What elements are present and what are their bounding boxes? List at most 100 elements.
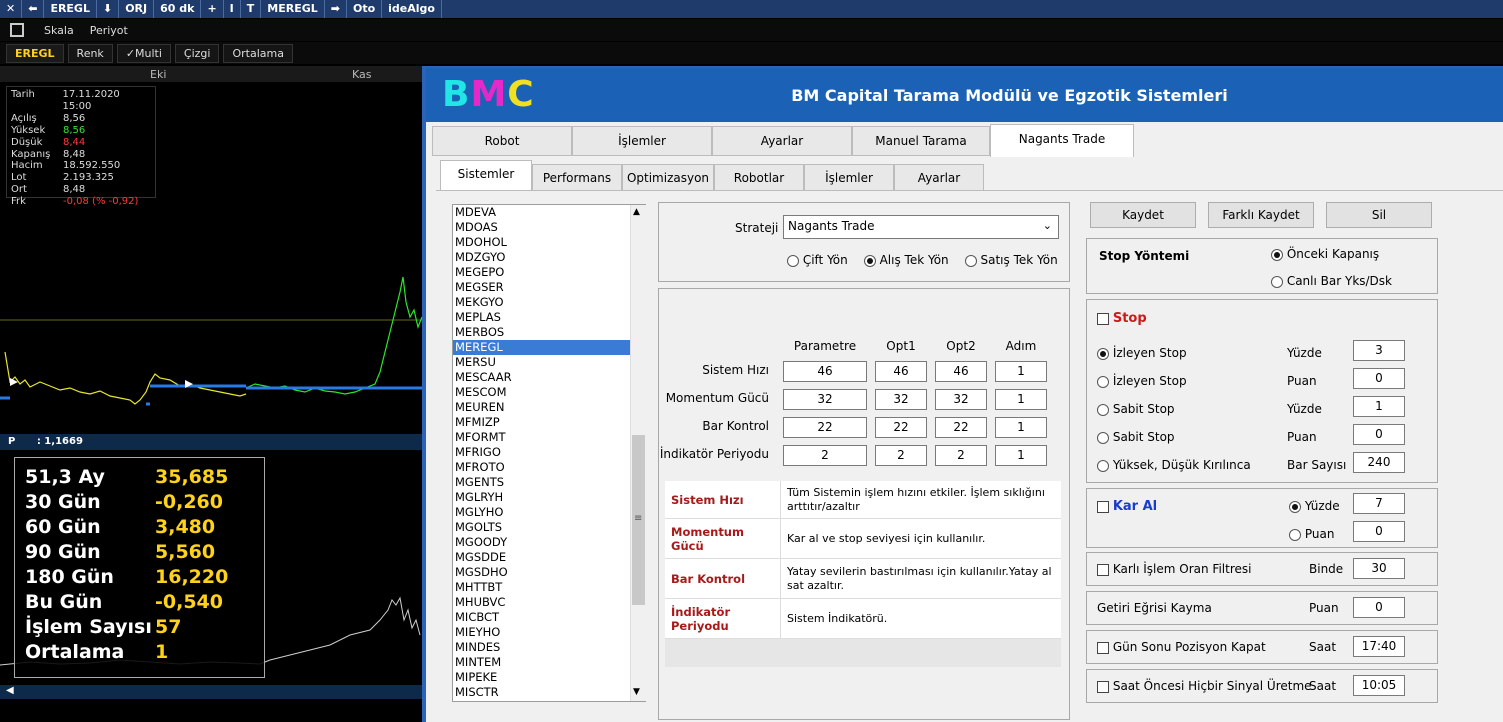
stop-option[interactable]: Sabit Stop [1097,430,1175,444]
menu-item[interactable]: Skala [44,24,74,37]
toolbar-item[interactable]: EREGL [44,0,97,18]
param-input[interactable]: 1 [995,445,1047,466]
symbol-tab[interactable]: EREGL [6,43,64,63]
stop-input[interactable]: 3 [1353,340,1405,361]
kar-al-input[interactable]: 7 [1353,493,1405,514]
param-input[interactable]: 46 [935,361,987,382]
list-item[interactable]: MESCOM [453,385,645,400]
stop-input[interactable]: 240 [1353,452,1405,473]
scroll-down-icon[interactable]: ▼ [633,687,640,697]
list-item[interactable]: MISDMR [453,700,645,701]
list-item[interactable]: MGSDDE [453,550,645,565]
kar-al-checkbox[interactable]: Kar Al [1097,499,1157,514]
list-item[interactable]: MDOHOL [453,235,645,250]
list-item[interactable]: MINDES [453,640,645,655]
param-input[interactable]: 32 [935,389,987,410]
list-item[interactable]: MEPLAS [453,310,645,325]
param-input[interactable]: 32 [783,389,867,410]
filter-option[interactable]: Saat Öncesi Hiçbir Sinyal Üretme [1097,679,1312,693]
main-tab[interactable]: Manuel Tarama [852,126,990,156]
menu-item[interactable]: Periyot [90,24,128,37]
param-input[interactable]: 22 [875,417,927,438]
toolbar-item[interactable]: Oto [347,0,383,18]
list-item[interactable]: MHTTBT [453,580,645,595]
sub-tab[interactable]: Optimizasyon [622,164,714,192]
toolbar-item[interactable]: 60 dk [154,0,202,18]
param-input[interactable]: 2 [783,445,867,466]
toolbar-item[interactable]: ⬅ [22,0,45,18]
save-as-button[interactable]: Farklı Kaydet [1208,202,1314,228]
list-item[interactable]: MESCAAR [453,370,645,385]
param-input[interactable]: 1 [995,389,1047,410]
toolbar-item[interactable]: + [201,0,224,18]
list-item[interactable]: MDZGYO [453,250,645,265]
toolbar-item[interactable]: ⬇ [97,0,120,18]
stop-option[interactable]: Yüksek, Düşük Kırılınca [1097,458,1251,472]
toolbar-item[interactable]: ➡ [325,0,347,18]
list-item[interactable]: MHUBVC [453,595,645,610]
sub-tab[interactable]: İşlemler [804,164,894,192]
list-item[interactable]: MDEVA [453,205,645,220]
toolbar-item[interactable]: ideAlgo [382,0,442,18]
list-item[interactable]: MGLYHO [453,505,645,520]
list-item[interactable]: MGSDHO [453,565,645,580]
param-input[interactable]: 1 [995,417,1047,438]
filter-input[interactable]: 30 [1353,558,1405,579]
sub-tab[interactable]: Ayarlar [894,164,984,192]
stop-input[interactable]: 0 [1353,368,1405,389]
filter-input[interactable]: 17:40 [1353,636,1405,657]
sub-tab[interactable]: Robotlar [714,164,804,192]
kar-al-option[interactable]: Yüzde [1289,499,1340,513]
stop-option[interactable]: İzleyen Stop [1097,346,1187,360]
list-item[interactable]: MERBOS [453,325,645,340]
scroll-up-icon[interactable]: ▲ [633,207,640,217]
kar-al-input[interactable]: 0 [1353,521,1405,542]
param-input[interactable]: 2 [935,445,987,466]
list-item[interactable]: MEGEPO [453,265,645,280]
list-item[interactable]: MEREGL [453,340,645,355]
main-tab[interactable]: İşlemler [572,126,712,156]
sub-tab[interactable]: Performans [532,164,622,192]
direction-option[interactable]: Alış Tek Yön [863,253,949,267]
param-input[interactable]: 22 [935,417,987,438]
stop-checkbox[interactable]: Stop [1097,311,1147,326]
stop-method-live-bar[interactable]: Canlı Bar Yks/Dsk [1271,274,1392,288]
list-item[interactable]: MICBCT [453,610,645,625]
filter-option[interactable]: Gün Sonu Pozisyon Kapat [1097,640,1266,654]
param-input[interactable]: 46 [783,361,867,382]
param-input[interactable]: 32 [875,389,927,410]
stop-method-prev-close[interactable]: Önceki Kapanış [1271,247,1379,261]
list-item[interactable]: MGOODY [453,535,645,550]
list-item[interactable]: MGLRYH [453,490,645,505]
chart-option-tab[interactable]: Ortalama [223,43,293,63]
list-item[interactable]: MIEYHO [453,625,645,640]
strategy-select[interactable]: Nagants Trade ⌄ [783,215,1059,239]
filter-input[interactable]: 0 [1353,597,1405,618]
list-item[interactable]: MEUREN [453,400,645,415]
toolbar-item[interactable]: ✕ [0,0,23,18]
list-item[interactable]: MEKGYO [453,295,645,310]
param-input[interactable]: 46 [875,361,927,382]
symbol-list[interactable]: MDEVA MDOAS MDOHOL MDZGYO MEGEPO MEGSER MEKGYO… [452,204,646,702]
param-input[interactable]: 1 [995,361,1047,382]
filter-option[interactable]: Karlı İşlem Oran Filtresi [1097,562,1251,576]
list-item[interactable]: MFROTO [453,460,645,475]
stop-option[interactable]: İzleyen Stop [1097,374,1187,388]
list-item[interactable]: MFMIZP [453,415,645,430]
main-tab[interactable]: Robot [432,126,572,156]
list-item[interactable]: MIPEKE [453,670,645,685]
param-input[interactable]: 2 [875,445,927,466]
list-item[interactable]: MDOAS [453,220,645,235]
stop-input[interactable]: 0 [1353,424,1405,445]
toolbar-item[interactable]: I [224,0,241,18]
main-tab[interactable]: Ayarlar [712,126,852,156]
list-item[interactable]: MINTEM [453,655,645,670]
list-item[interactable]: MGOLTS [453,520,645,535]
chart-option-tab[interactable]: Renk [67,43,113,63]
main-tab[interactable]: Nagants Trade [990,124,1134,157]
toolbar-item[interactable]: MEREGL [261,0,325,18]
list-item[interactable]: MERSU [453,355,645,370]
stop-input[interactable]: 1 [1353,396,1405,417]
scroll-left-icon[interactable]: ◀ [6,685,14,696]
horizontal-scrollbar[interactable]: ◀ [0,685,422,699]
